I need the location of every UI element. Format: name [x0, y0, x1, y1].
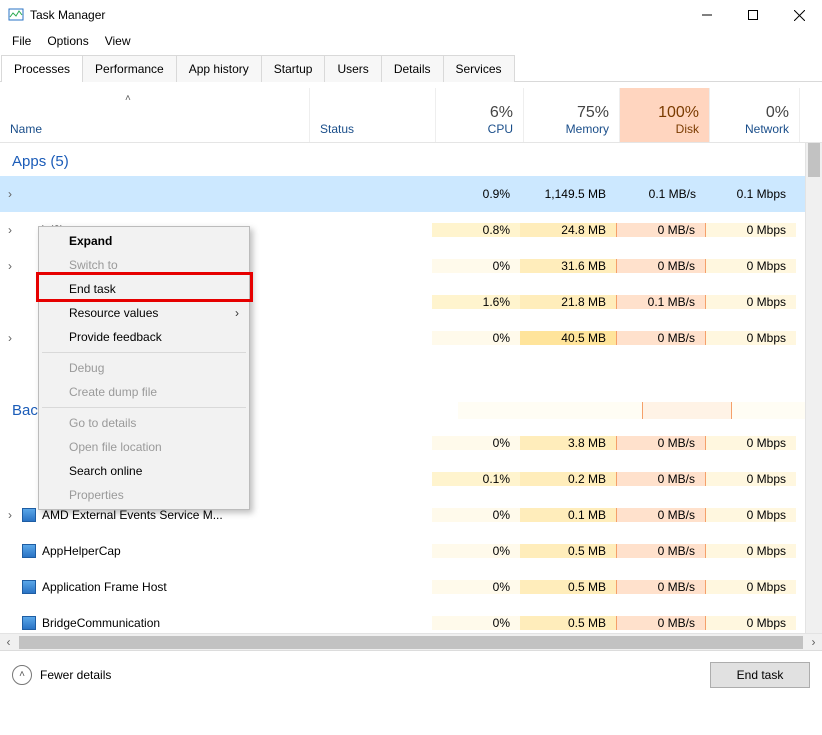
- column-network[interactable]: 0% Network: [710, 88, 800, 142]
- column-disk[interactable]: 100% Disk: [620, 88, 710, 142]
- expand-icon[interactable]: ›: [0, 223, 20, 237]
- title-bar: Task Manager: [0, 0, 822, 30]
- ctx-separator: [42, 352, 246, 353]
- menu-bar: File Options View: [0, 30, 822, 54]
- vertical-scrollbar[interactable]: [805, 143, 822, 633]
- service-icon: [20, 616, 38, 630]
- column-header: ˄ Name Status 6% CPU 75% Memory 100% Dis…: [0, 88, 822, 143]
- column-memory[interactable]: 75% Memory: [524, 88, 620, 142]
- context-menu: Expand Switch to End task Resource value…: [38, 226, 250, 510]
- ctx-switch-to: Switch to: [41, 253, 247, 277]
- ctx-properties: Properties: [41, 483, 247, 507]
- menu-file[interactable]: File: [4, 32, 39, 50]
- sort-caret-icon: ˄: [125, 93, 131, 104]
- ctx-expand[interactable]: Expand: [41, 229, 247, 253]
- menu-options[interactable]: Options: [39, 32, 96, 50]
- group-apps[interactable]: Apps (5): [0, 143, 822, 176]
- app-icon: [8, 7, 24, 23]
- ctx-separator: [42, 407, 246, 408]
- footer: ˄ Fewer details End task: [0, 650, 822, 698]
- tab-users[interactable]: Users: [324, 55, 381, 82]
- tab-app-history[interactable]: App history: [176, 55, 262, 82]
- scroll-left-icon[interactable]: ‹: [0, 634, 17, 650]
- horizontal-scrollbar[interactable]: ‹ ›: [0, 633, 822, 650]
- service-icon: [20, 580, 38, 594]
- service-icon: [20, 508, 38, 522]
- expand-icon[interactable]: ›: [0, 259, 20, 273]
- ctx-go-to-details: Go to details: [41, 411, 247, 435]
- tab-strip: Processes Performance App history Startu…: [0, 54, 822, 82]
- process-row[interactable]: AppHelperCap 0% 0.5 MB 0 MB/s 0 Mbps: [0, 533, 822, 569]
- ctx-search-online[interactable]: Search online: [41, 459, 247, 483]
- end-task-button[interactable]: End task: [710, 662, 810, 688]
- tab-startup[interactable]: Startup: [261, 55, 326, 82]
- tab-processes[interactable]: Processes: [1, 55, 83, 82]
- ctx-resource-values[interactable]: Resource values: [41, 301, 247, 325]
- chevron-up-icon: ˄: [12, 665, 32, 685]
- minimize-button[interactable]: [684, 0, 730, 30]
- scrollbar-thumb[interactable]: [808, 143, 820, 177]
- ctx-open-file-location: Open file location: [41, 435, 247, 459]
- service-icon: [20, 544, 38, 558]
- expand-icon[interactable]: ›: [0, 331, 20, 345]
- menu-view[interactable]: View: [97, 32, 139, 50]
- process-row[interactable]: › 0.9% 1,149.5 MB 0.1 MB/s 0.1 Mbps: [0, 176, 822, 212]
- process-row[interactable]: BridgeCommunication 0% 0.5 MB 0 MB/s 0 M…: [0, 605, 822, 633]
- maximize-button[interactable]: [730, 0, 776, 30]
- tab-details[interactable]: Details: [381, 55, 444, 82]
- close-button[interactable]: [776, 0, 822, 30]
- tab-performance[interactable]: Performance: [82, 55, 177, 82]
- expand-icon[interactable]: ›: [0, 187, 20, 201]
- column-status[interactable]: Status: [310, 88, 436, 142]
- ctx-debug: Debug: [41, 356, 247, 380]
- scrollbar-thumb[interactable]: [19, 636, 803, 649]
- ctx-provide-feedback[interactable]: Provide feedback: [41, 325, 247, 349]
- process-row[interactable]: Application Frame Host 0% 0.5 MB 0 MB/s …: [0, 569, 822, 605]
- ctx-end-task[interactable]: End task: [41, 277, 247, 301]
- scroll-right-icon[interactable]: ›: [805, 634, 822, 650]
- ctx-create-dump: Create dump file: [41, 380, 247, 404]
- tab-services[interactable]: Services: [443, 55, 515, 82]
- column-cpu[interactable]: 6% CPU: [436, 88, 524, 142]
- column-name[interactable]: Name: [0, 88, 310, 142]
- fewer-details-toggle[interactable]: ˄ Fewer details: [12, 665, 111, 685]
- window-title: Task Manager: [30, 8, 105, 22]
- window-controls: [684, 0, 822, 30]
- expand-icon[interactable]: ›: [0, 508, 20, 522]
